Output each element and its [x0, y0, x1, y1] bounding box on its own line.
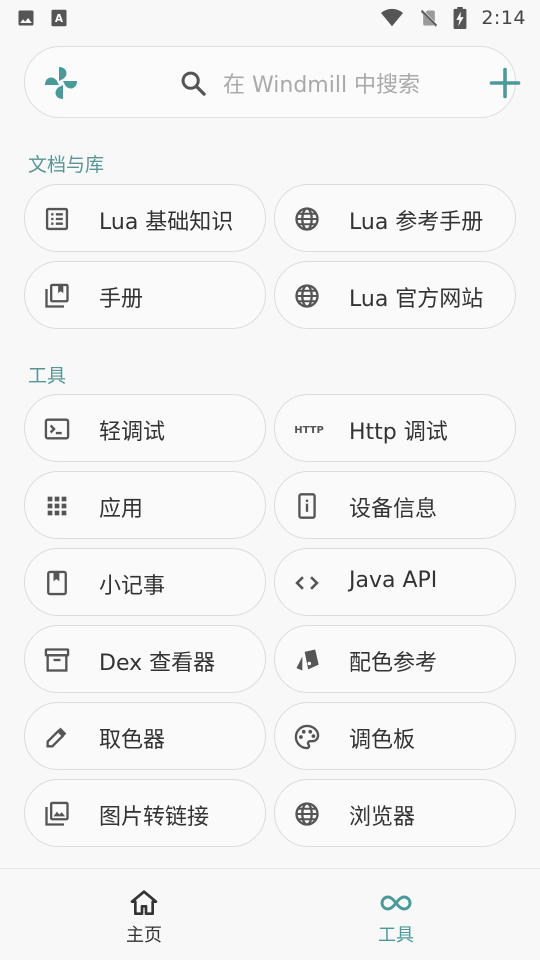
- font-icon: A: [51, 9, 67, 27]
- tile-label: Dex 查看器: [99, 651, 216, 676]
- palette-icon: [294, 724, 320, 750]
- image-library-icon: [45, 801, 69, 826]
- archive-box-icon: [44, 648, 70, 672]
- tile-lua-basics[interactable]: Lua 基础知识: [24, 184, 266, 252]
- globe-icon: [295, 802, 319, 826]
- nav-tools[interactable]: 工具: [316, 869, 476, 960]
- tile-image-to-link[interactable]: 图片转链接: [24, 779, 266, 847]
- home-icon: [130, 890, 158, 915]
- color-picker-icon: [46, 727, 67, 748]
- tile-java-api[interactable]: Java API: [274, 548, 516, 616]
- globe-icon: [295, 207, 319, 231]
- tile-label: 设备信息: [349, 497, 438, 522]
- battery-charging-icon: [453, 7, 467, 29]
- nav-home[interactable]: 主页: [64, 869, 224, 960]
- tile-dex-viewer[interactable]: Dex 查看器: [24, 625, 266, 693]
- tile-label: 图片转链接: [99, 805, 210, 830]
- tile-label: 轻调试: [99, 420, 166, 445]
- status-time: 2:14: [481, 7, 526, 29]
- tile-label: Lua 官方网站: [349, 287, 484, 312]
- tile-palette[interactable]: 调色板: [274, 702, 516, 770]
- tile-label: 小记事: [99, 574, 166, 599]
- tile-light-debug[interactable]: 轻调试: [24, 394, 266, 462]
- tile-label: 取色器: [99, 728, 166, 753]
- search-input[interactable]: 在 Windmill 中搜索: [223, 67, 420, 99]
- color-swatch-icon: [296, 649, 319, 671]
- code-icon: [295, 576, 319, 590]
- tile-label: 手册: [99, 287, 144, 312]
- tile-label: Java API: [349, 568, 438, 593]
- svg-text:A: A: [55, 13, 64, 25]
- tile-label: 浏览器: [349, 805, 416, 830]
- windmill-logo-icon[interactable]: [41, 63, 81, 103]
- no-sim-icon: [421, 9, 438, 27]
- tile-label: Http 调试: [349, 420, 448, 445]
- section-title-docs: 文档与库: [28, 154, 105, 176]
- add-icon[interactable]: [487, 65, 523, 101]
- tile-browser[interactable]: 浏览器: [274, 779, 516, 847]
- search-icon[interactable]: [179, 69, 207, 97]
- infinity-icon: [380, 895, 412, 911]
- tile-manual[interactable]: 手册: [24, 261, 266, 329]
- search-bar[interactable]: 在 Windmill 中搜索: [24, 46, 521, 118]
- http-icon: HTTP: [294, 425, 324, 436]
- terminal-icon: [44, 418, 70, 440]
- tile-label: 调色板: [349, 728, 416, 753]
- tile-label: 应用: [99, 497, 144, 522]
- tile-lua-reference[interactable]: Lua 参考手册: [274, 184, 516, 252]
- tile-apps[interactable]: 应用: [24, 471, 266, 539]
- svg-text:HTTP: HTTP: [294, 425, 324, 436]
- tile-label: 配色参考: [349, 651, 438, 676]
- tile-label: Lua 参考手册: [349, 210, 484, 235]
- tile-label: Lua 基础知识: [99, 210, 234, 235]
- tile-color-reference[interactable]: 配色参考: [274, 625, 516, 693]
- tile-color-picker[interactable]: 取色器: [24, 702, 266, 770]
- status-bar: A 2:14: [0, 0, 540, 36]
- list-document-icon: [45, 207, 69, 231]
- device-info-icon: [298, 493, 316, 519]
- nav-tools-label: 工具: [378, 925, 414, 946]
- nav-home-label: 主页: [126, 925, 162, 946]
- bookmark-book-icon: [47, 570, 67, 596]
- tile-http-debug[interactable]: HTTP Http 调试: [274, 394, 516, 462]
- tile-notes[interactable]: 小记事: [24, 548, 266, 616]
- tile-lua-website[interactable]: Lua 官方网站: [274, 261, 516, 329]
- image-icon: [18, 10, 34, 26]
- library-book-icon: [45, 283, 69, 308]
- tile-device-info[interactable]: 设备信息: [274, 471, 516, 539]
- bottom-navigation: 主页 工具: [0, 868, 540, 960]
- globe-icon: [295, 284, 319, 308]
- apps-grid-icon: [47, 496, 67, 516]
- section-title-tools: 工具: [28, 365, 67, 387]
- wifi-icon: [381, 8, 404, 27]
